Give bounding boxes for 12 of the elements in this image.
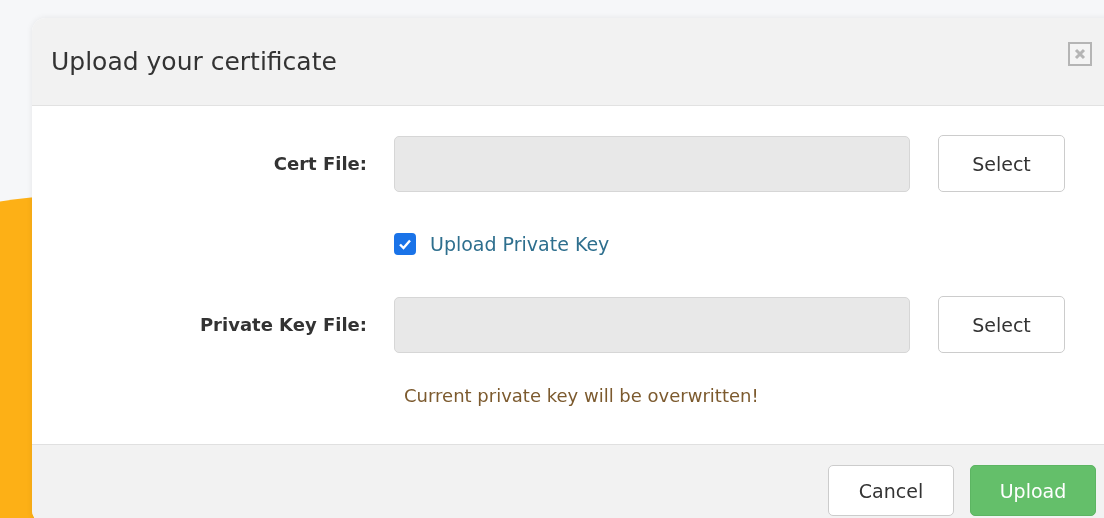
- select-button[interactable]: Select: [938, 296, 1065, 353]
- close-icon[interactable]: [1068, 42, 1092, 66]
- cancel-button[interactable]: Cancel: [828, 465, 954, 516]
- input-field[interactable]: [394, 296, 910, 353]
- warning-text: Current private key will be overwritten!: [404, 385, 759, 406]
- select-button[interactable]: Select: [938, 135, 1065, 192]
- field-label: Cert File:: [272, 153, 367, 174]
- checkbox[interactable]: [394, 233, 416, 255]
- dialog-title: Upload your certificate: [51, 47, 337, 76]
- checkbox-label[interactable]: Upload Private Key: [430, 233, 610, 255]
- field-label: Private Key File:: [198, 314, 367, 335]
- input-field[interactable]: [394, 135, 910, 192]
